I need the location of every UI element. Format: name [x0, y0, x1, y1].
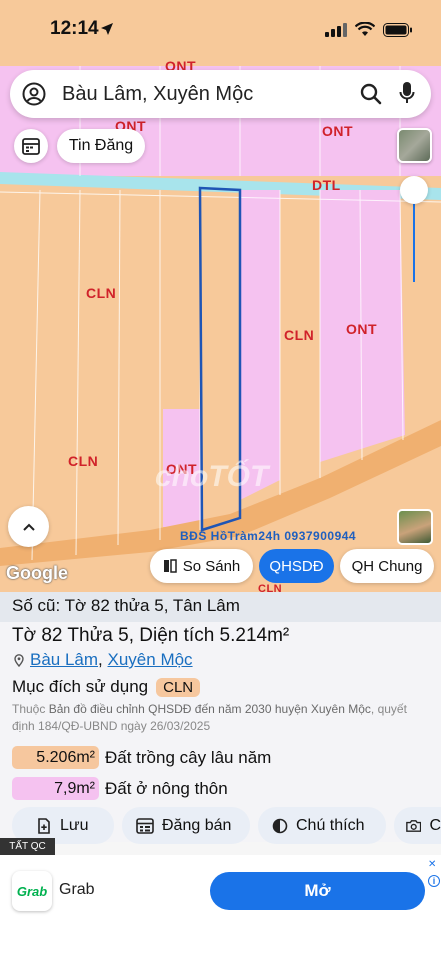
legend-label: Chú thích [296, 816, 365, 834]
qh-chung-tab[interactable]: QH Chung [340, 549, 434, 583]
google-logo: Google [6, 563, 68, 583]
area-value: 5.206m² [12, 746, 99, 769]
search-input[interactable]: Bàu Lâm, Xuyên Mộc [62, 83, 253, 106]
chevron-up-icon [22, 523, 35, 531]
contrast-icon [272, 818, 288, 833]
watermark: choTỐT [155, 460, 269, 493]
compare-label: So Sánh [182, 557, 241, 575]
calendar-icon [22, 138, 40, 155]
collapse-button[interactable] [8, 506, 49, 547]
area-row: 7,9m² Đất ở nông thôn [12, 777, 228, 800]
search-bar[interactable]: Bàu Lâm, Xuyên Mộc [10, 70, 431, 118]
note-prefix: Thuộc [12, 702, 46, 716]
ad-banner[interactable]: Grab Grab Mở ✕ i [0, 855, 441, 960]
parcel-info-panel: Số cũ: Tờ 82 thửa 5, Tân Lâm Tờ 82 Thửa … [0, 592, 441, 844]
tin-dang-button[interactable]: Tin Đăng [57, 129, 145, 163]
status-bar: 12:14 [0, 0, 441, 56]
zone-label: CLN [86, 285, 117, 301]
qhsdd-tab[interactable]: QHSDĐ [259, 549, 334, 583]
zone-label: CLN [68, 453, 99, 469]
agent-label: BĐS HồTràm24h 0937900944 [180, 529, 357, 543]
microphone-icon[interactable] [399, 81, 415, 105]
note-main: Bản đồ điều chỉnh QHSDĐ đến năm 2030 huy… [48, 702, 371, 716]
qh-chung-label: QH Chung [351, 557, 423, 575]
status-time: 12:14 [50, 18, 99, 39]
cellular-signal-icon [325, 22, 347, 37]
post-for-sale-button[interactable]: Đăng bán [122, 807, 250, 844]
zone-label: ONT [346, 321, 378, 337]
capture-button[interactable]: C [394, 807, 441, 844]
search-icon[interactable] [360, 83, 382, 105]
layer-thumbnail[interactable] [397, 128, 432, 163]
add-doc-icon [38, 817, 50, 834]
capture-label: C [429, 816, 441, 834]
map-view[interactable]: ONT ONT ONT DTL CLN CLN ONT CLN ONT CLN … [0, 0, 441, 592]
location-separator: , [98, 650, 103, 669]
calendar-button[interactable] [14, 129, 48, 163]
land-use-purpose: Mục đích sử dụng CLN [12, 677, 201, 697]
district-link[interactable]: Xuyên Mộc [108, 650, 193, 669]
camera-icon [406, 819, 422, 832]
zone-label: ONT [322, 123, 354, 139]
area-row: 5.206m² Đất trồng cây lâu năm [12, 746, 271, 769]
compare-button[interactable]: So Sánh [150, 549, 253, 583]
account-icon[interactable] [22, 82, 46, 106]
old-reference: Số cũ: Tờ 82 thửa 5, Tân Lâm [0, 592, 441, 622]
zone-label: CLN [258, 583, 283, 592]
open-button[interactable]: Mở [210, 872, 425, 910]
area-description: Đất ở nông thôn [105, 778, 228, 798]
plan-note: Thuộc Bản đồ điều chỉnh QHSDĐ đến năm 20… [12, 701, 432, 735]
location-pin-icon [14, 653, 24, 667]
advertiser-name: Grab [59, 881, 95, 898]
post-label: Đăng bán [162, 816, 232, 834]
save-label: Lưu [60, 816, 89, 834]
battery-icon [383, 22, 412, 37]
agent-avatar[interactable] [397, 509, 433, 545]
commune-link[interactable]: Bàu Lâm [30, 650, 98, 669]
purpose-code-badge: CLN [156, 677, 201, 697]
compare-icon [163, 559, 177, 573]
qhsdd-label: QHSDĐ [269, 557, 324, 575]
purpose-label: Mục đích sử dụng [12, 677, 149, 696]
grab-logo: Grab [12, 871, 52, 911]
zone-label: DTL [312, 177, 341, 193]
zone-label: CLN [284, 327, 315, 343]
parcel-location: Bàu Lâm, Xuyên Mộc [14, 650, 193, 670]
ad-close-icon[interactable]: ✕ [428, 859, 436, 870]
listing-icon [136, 817, 154, 834]
legend-button[interactable]: Chú thích [258, 807, 386, 844]
opacity-slider-handle[interactable] [400, 176, 428, 204]
wifi-icon [355, 22, 375, 36]
area-description: Đất trồng cây lâu năm [105, 747, 272, 767]
area-value: 7,9m² [12, 777, 99, 800]
ad-info-icon[interactable]: i [428, 875, 440, 887]
ad-tag[interactable]: TẤT QC [0, 838, 55, 855]
location-arrow-icon [101, 23, 113, 35]
parcel-title: Tờ 82 Thửa 5, Diện tích 5.214m² [12, 625, 290, 646]
